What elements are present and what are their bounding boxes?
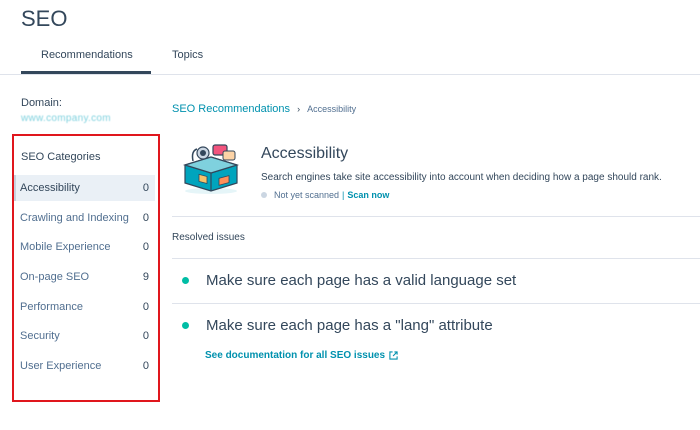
status-separator: | (342, 190, 345, 200)
category-name: Performance (20, 301, 83, 313)
category-on-page-seo[interactable]: On-page SEO 9 (14, 264, 155, 290)
category-name: Accessibility (20, 182, 80, 194)
resolved-issue-item[interactable]: Make sure each page has a "lang" attribu… (182, 317, 493, 334)
documentation-link-text: See documentation for all SEO issues (205, 350, 386, 361)
category-count: 0 (142, 182, 149, 194)
category-name: Security (20, 330, 60, 342)
issue-text: Make sure each page has a valid language… (206, 272, 517, 289)
resolved-issue-item[interactable]: Make sure each page has a valid language… (182, 272, 516, 289)
issue-text: Make sure each page has a "lang" attribu… (206, 317, 493, 334)
breadcrumb-root-link[interactable]: SEO Recommendations (172, 103, 290, 115)
category-mobile-experience[interactable]: Mobile Experience 0 (14, 234, 155, 260)
category-security[interactable]: Security 0 (14, 323, 155, 349)
category-accessibility[interactable]: Accessibility 0 (14, 175, 155, 201)
tab-topics[interactable]: Topics (172, 49, 203, 61)
category-performance[interactable]: Performance 0 (14, 294, 155, 320)
breadcrumb-current: Accessibility (307, 104, 357, 114)
categories-heading: SEO Categories (21, 151, 101, 163)
scan-now-link[interactable]: Scan now (347, 190, 389, 200)
resolved-dot-icon (182, 277, 189, 284)
category-name: User Experience (20, 360, 102, 372)
category-name: On-page SEO (20, 271, 90, 283)
category-crawling-indexing[interactable]: Crawling and Indexing 0 (14, 205, 155, 231)
category-title: Accessibility (261, 145, 349, 162)
category-name: Mobile Experience (20, 241, 111, 253)
category-count: 0 (142, 330, 149, 342)
category-user-experience[interactable]: User Experience 0 (14, 353, 155, 379)
seo-documentation-link[interactable]: See documentation for all SEO issues (205, 350, 398, 361)
scan-status: Not yet scanned | Scan now (261, 190, 389, 200)
domain-label: Domain: (21, 97, 62, 109)
breadcrumb-separator: › (297, 104, 301, 114)
status-dot-icon (261, 192, 267, 198)
domain-value[interactable]: www.company.com (21, 113, 111, 124)
divider (172, 258, 700, 259)
category-count: 0 (142, 301, 149, 313)
active-tab-indicator (21, 71, 151, 74)
resolved-issues-label: Resolved issues (172, 232, 245, 243)
divider (172, 216, 700, 217)
accessibility-illustration-icon (182, 144, 240, 194)
divider (172, 303, 700, 304)
category-count: 9 (142, 271, 149, 283)
category-description: Search engines take site accessibility i… (261, 172, 662, 183)
category-name: Crawling and Indexing (20, 212, 129, 224)
category-count: 0 (142, 212, 149, 224)
breadcrumb: SEO Recommendations › Accessibility (172, 103, 356, 115)
category-count: 0 (142, 360, 149, 372)
scan-status-text: Not yet scanned (274, 190, 340, 200)
tab-recommendations[interactable]: Recommendations (41, 49, 133, 61)
category-count: 0 (142, 241, 149, 253)
resolved-dot-icon (182, 322, 189, 329)
page-title: SEO (21, 6, 68, 31)
external-link-icon (389, 351, 398, 360)
tab-bar: Recommendations Topics (0, 40, 700, 75)
